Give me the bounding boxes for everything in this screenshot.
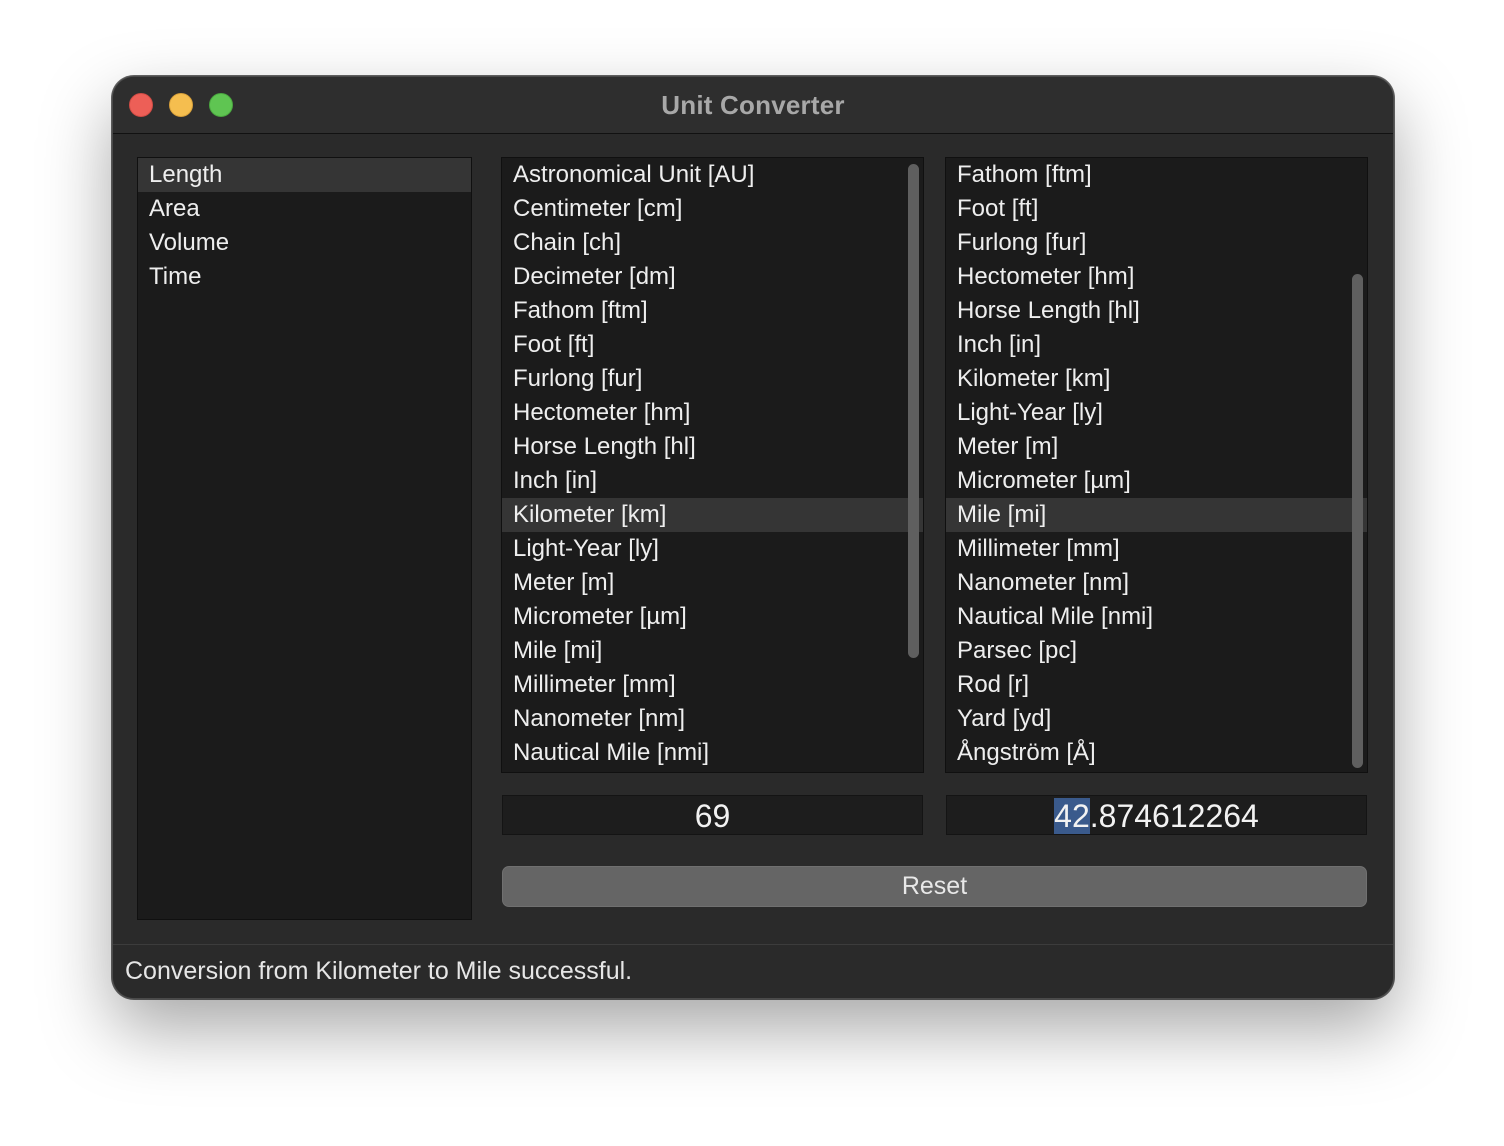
- to-unit-item[interactable]: Micrometer [µm]: [946, 464, 1367, 498]
- to-unit-item[interactable]: Yard [yd]: [946, 702, 1367, 736]
- from-unit-item[interactable]: Foot [ft]: [502, 328, 923, 362]
- from-list-scrollbar[interactable]: [908, 164, 919, 658]
- to-unit-item[interactable]: Meter [m]: [946, 430, 1367, 464]
- from-value-input[interactable]: 69: [502, 795, 923, 835]
- window-title: Unit Converter: [661, 90, 845, 120]
- category-item-time[interactable]: Time: [138, 260, 471, 294]
- category-item-volume[interactable]: Volume: [138, 226, 471, 260]
- from-unit-item[interactable]: Nanometer [nm]: [502, 702, 923, 736]
- from-unit-list[interactable]: Astronomical Unit [AU] Centimeter [cm] C…: [501, 157, 924, 773]
- category-item-area[interactable]: Area: [138, 192, 471, 226]
- status-bar: Conversion from Kilometer to Mile succes…: [113, 944, 1393, 998]
- from-unit-item[interactable]: Nautical Mile [nmi]: [502, 736, 923, 770]
- to-unit-item[interactable]: Millimeter [mm]: [946, 532, 1367, 566]
- to-unit-item-selected[interactable]: Mile [mi]: [946, 498, 1367, 532]
- to-unit-item[interactable]: Horse Length [hl]: [946, 294, 1367, 328]
- from-unit-item[interactable]: Centimeter [cm]: [502, 192, 923, 226]
- from-unit-item[interactable]: Hectometer [hm]: [502, 396, 923, 430]
- to-unit-item[interactable]: Nautical Mile [nmi]: [946, 600, 1367, 634]
- from-unit-item[interactable]: Light-Year [ly]: [502, 532, 923, 566]
- from-unit-item[interactable]: Fathom [ftm]: [502, 294, 923, 328]
- to-unit-item[interactable]: Ångström [Å]: [946, 736, 1367, 770]
- to-list-scrollbar[interactable]: [1352, 274, 1363, 768]
- reset-button[interactable]: Reset: [502, 866, 1367, 907]
- from-unit-item[interactable]: Millimeter [mm]: [502, 668, 923, 702]
- category-list[interactable]: Length Area Volume Time: [137, 157, 472, 920]
- from-unit-item[interactable]: Chain [ch]: [502, 226, 923, 260]
- from-unit-item[interactable]: Furlong [fur]: [502, 362, 923, 396]
- to-unit-item[interactable]: Light-Year [ly]: [946, 396, 1367, 430]
- to-value-input[interactable]: 42.874612264: [946, 795, 1367, 835]
- to-unit-item[interactable]: Inch [in]: [946, 328, 1367, 362]
- status-message: Conversion from Kilometer to Mile succes…: [125, 957, 633, 985]
- to-unit-item[interactable]: Kilometer [km]: [946, 362, 1367, 396]
- from-unit-item[interactable]: Horse Length [hl]: [502, 430, 923, 464]
- from-unit-item[interactable]: Astronomical Unit [AU]: [502, 158, 923, 192]
- from-unit-item[interactable]: Micrometer [µm]: [502, 600, 923, 634]
- to-unit-item[interactable]: Rod [r]: [946, 668, 1367, 702]
- to-value-rest: .874612264: [1089, 798, 1259, 834]
- to-unit-item[interactable]: Hectometer [hm]: [946, 260, 1367, 294]
- to-unit-item[interactable]: Foot [ft]: [946, 192, 1367, 226]
- to-unit-item[interactable]: Furlong [fur]: [946, 226, 1367, 260]
- to-unit-item[interactable]: Parsec [pc]: [946, 634, 1367, 668]
- to-unit-list[interactable]: Fathom [ftm] Foot [ft] Furlong [fur] Hec…: [945, 157, 1368, 773]
- from-unit-item[interactable]: Inch [in]: [502, 464, 923, 498]
- app-window: Unit Converter Length Area Volume Time A…: [112, 76, 1394, 999]
- from-unit-item[interactable]: Meter [m]: [502, 566, 923, 600]
- to-unit-item[interactable]: Nanometer [nm]: [946, 566, 1367, 600]
- selected-text: 42: [1054, 798, 1090, 834]
- from-unit-item-selected[interactable]: Kilometer [km]: [502, 498, 923, 532]
- category-item-length[interactable]: Length: [138, 158, 471, 192]
- from-unit-item[interactable]: Decimeter [dm]: [502, 260, 923, 294]
- to-unit-item[interactable]: Fathom [ftm]: [946, 158, 1367, 192]
- from-unit-item[interactable]: Mile [mi]: [502, 634, 923, 668]
- title-bar: Unit Converter: [113, 77, 1393, 134]
